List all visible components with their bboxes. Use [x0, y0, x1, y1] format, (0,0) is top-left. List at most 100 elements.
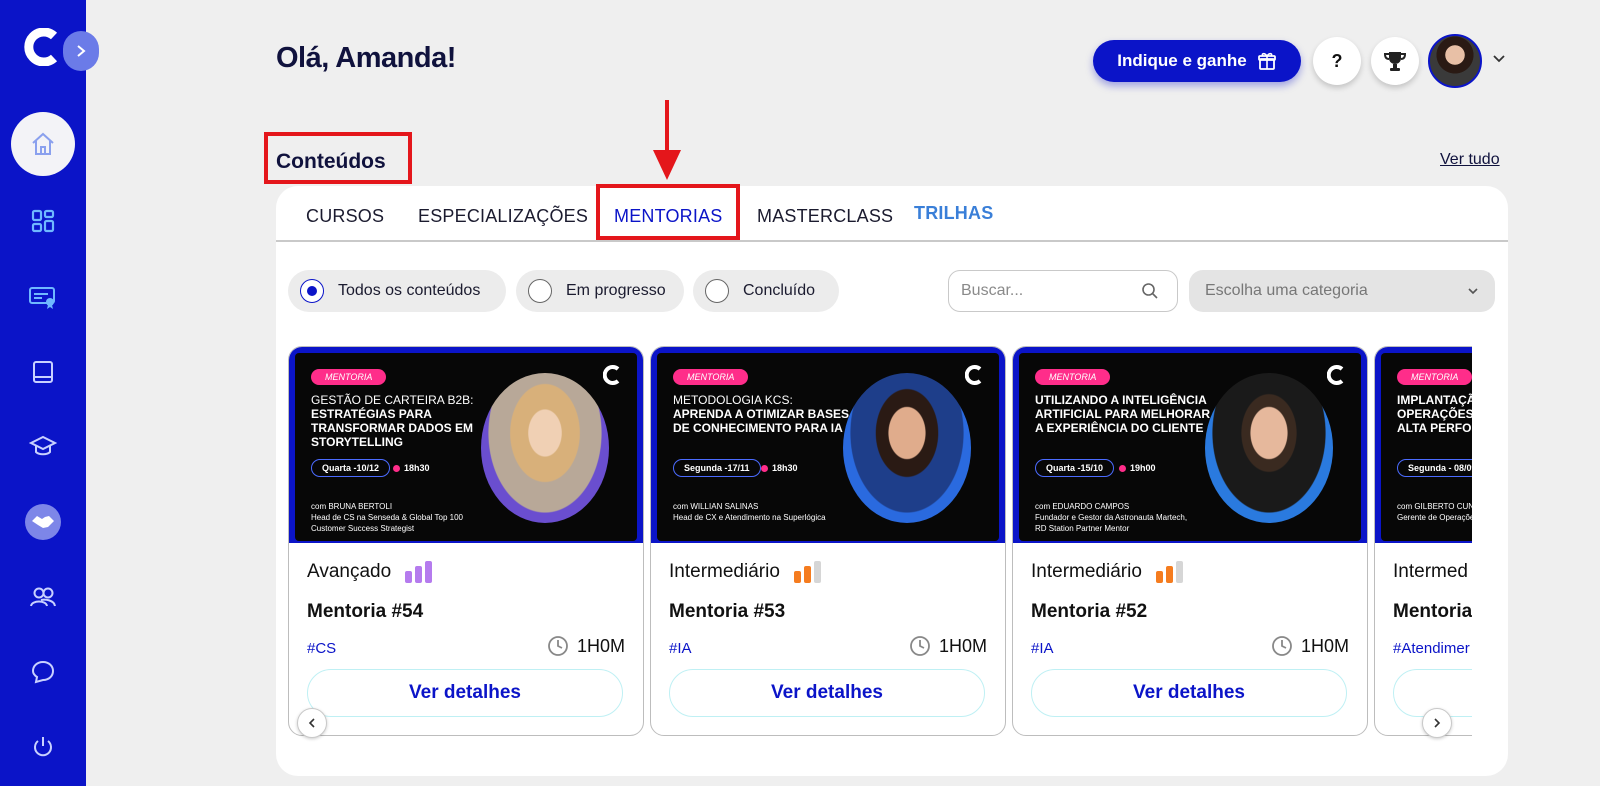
- card-headline-bold: APRENDA A OTIMIZAR BASES DE CONHECIMENTO…: [673, 407, 850, 435]
- filter-in-progress-label: Em progresso: [566, 282, 666, 299]
- filter-all-label: Todos os conteúdos: [338, 282, 481, 299]
- card-banner: MENTORIA METODOLOGIA KCS: APRENDA A OTIM…: [651, 347, 1005, 543]
- card-hashtag[interactable]: #Atendimer: [1393, 640, 1470, 657]
- category-select[interactable]: Escolha uma categoria: [1189, 270, 1495, 312]
- sidebar-item-logout[interactable]: [11, 715, 75, 779]
- level-bars-icon: [1155, 561, 1183, 583]
- card-speaker-role: Head de CX e Atendimento na Superlógica: [673, 513, 826, 522]
- sidebar-item-community[interactable]: [11, 565, 75, 629]
- card-level: Avançado: [307, 561, 433, 583]
- card-title: Mentoria #53: [669, 601, 786, 622]
- card-banner: MENTORIA GESTÃO DE CARTEIRA B2B: ESTRATÉ…: [289, 347, 643, 543]
- card-banner: MENTORIA UTILIZANDO A INTELIGÊNCIA ARTIF…: [1013, 347, 1367, 543]
- chevron-down-icon[interactable]: [1492, 54, 1506, 64]
- content-tabs: CURSOS ESPECIALIZAÇÕES MENTORIAS MASTERC…: [276, 186, 1508, 242]
- users-icon: [30, 587, 56, 607]
- sidebar-item-mentorships[interactable]: [11, 490, 75, 554]
- card-level: Intermediário: [669, 561, 821, 583]
- sidebar-item-certificates[interactable]: [11, 265, 75, 329]
- card-level: Intermediário: [1031, 561, 1183, 583]
- card-date: Quarta -15/10: [1035, 459, 1115, 477]
- card-duration: 1H0M: [547, 635, 625, 657]
- tab-masterclass[interactable]: MASTERCLASS: [757, 206, 893, 227]
- sidebar-toggle-button[interactable]: [63, 31, 99, 71]
- card-speaker: com GILBERTO CUNH Gerente de Operações n…: [1397, 501, 1472, 523]
- home-icon: [32, 132, 54, 155]
- tab-trilhas[interactable]: TRILHAS: [914, 203, 993, 224]
- refer-button-label: Indique e ganhe: [1117, 51, 1247, 70]
- search-icon[interactable]: [1141, 282, 1159, 300]
- brand-logo-icon: [1327, 365, 1344, 385]
- card-tag: MENTORIA: [1035, 369, 1111, 385]
- chevron-right-icon: [77, 45, 86, 57]
- sidebar-item-home[interactable]: [11, 112, 75, 176]
- card-speaker-name: com GILBERTO CUNH: [1397, 502, 1472, 511]
- card-hashtag[interactable]: #IA: [669, 640, 692, 657]
- card-date: Segunda - 08/09: [1397, 459, 1472, 477]
- sidebar-item-library[interactable]: [11, 340, 75, 404]
- avatar[interactable]: [1428, 34, 1482, 88]
- card-level-label: Avançado: [307, 561, 392, 582]
- card-hashtag[interactable]: #CS: [307, 640, 336, 657]
- brand-logo-icon: [965, 365, 982, 385]
- refer-and-earn-button[interactable]: Indique e ganhe: [1093, 40, 1301, 82]
- sidebar-item-chat[interactable]: [11, 640, 75, 704]
- filter-completed[interactable]: Concluído: [693, 270, 839, 312]
- certificate-icon: [29, 287, 55, 309]
- card-hashtag[interactable]: #IA: [1031, 640, 1054, 657]
- help-button[interactable]: ?: [1313, 37, 1361, 85]
- card-duration-value: 1H0M: [576, 635, 625, 656]
- card-headline: IMPLANTAÇÃO OPERAÇÕES D DE ALTA PERFO: [1397, 393, 1472, 435]
- details-button[interactable]: Ver detalhes: [1031, 669, 1347, 717]
- tab-cursos[interactable]: CURSOS: [306, 206, 384, 227]
- card-headline-bold: ESTRATÉGIAS PARA TRANSFORMAR DADOS EM ST…: [311, 407, 473, 449]
- filter-completed-label: Concluído: [743, 282, 816, 299]
- trophy-icon: [1383, 52, 1407, 71]
- card-time: 18h30: [761, 463, 798, 473]
- card-headline-light: GESTÃO DE CARTEIRA B2B:: [311, 393, 474, 407]
- clock-icon: [910, 636, 930, 656]
- search-field[interactable]: [948, 270, 1178, 312]
- chevron-right-icon: [1434, 718, 1441, 728]
- sidebar-item-dashboard[interactable]: [11, 189, 75, 253]
- content-card[interactable]: MENTORIA GESTÃO DE CARTEIRA B2B: ESTRATÉ…: [288, 346, 644, 736]
- power-icon: [34, 737, 52, 757]
- sidebar-item-courses[interactable]: [11, 414, 75, 478]
- card-headline-light: METODOLOGIA KCS:: [673, 393, 793, 407]
- card-banner: MENTORIA IMPLANTAÇÃO OPERAÇÕES D DE ALTA…: [1375, 347, 1472, 543]
- card-headline: GESTÃO DE CARTEIRA B2B: ESTRATÉGIAS PARA…: [311, 393, 491, 449]
- content-card[interactable]: MENTORIA UTILIZANDO A INTELIGÊNCIA ARTIF…: [1012, 346, 1368, 736]
- carousel-next-button[interactable]: [1422, 708, 1452, 738]
- carousel-prev-button[interactable]: [297, 708, 327, 738]
- card-headline: UTILIZANDO A INTELIGÊNCIA ARTIFICIAL PAR…: [1035, 393, 1215, 435]
- details-button[interactable]: Ver detalhes: [307, 669, 623, 717]
- search-input[interactable]: [961, 282, 1141, 300]
- card-time: 19h00: [1119, 463, 1156, 473]
- card-level-label: Intermed: [1393, 561, 1468, 582]
- card-speaker-role: Fundador e Gestor da Astronauta Martech,…: [1035, 513, 1188, 533]
- card-speaker-name: com WILLIAN SALINAS: [673, 502, 759, 511]
- content-card[interactable]: MENTORIA METODOLOGIA KCS: APRENDA A OTIM…: [650, 346, 1006, 736]
- trophy-button[interactable]: [1371, 37, 1419, 85]
- grid-icon: [31, 209, 55, 233]
- clock-icon: [548, 636, 568, 656]
- logo-icon[interactable]: [24, 28, 60, 66]
- cards-carousel: MENTORIA GESTÃO DE CARTEIRA B2B: ESTRATÉ…: [288, 346, 1472, 746]
- brand-logo-icon: [603, 365, 620, 385]
- sidebar: [0, 0, 99, 786]
- card-duration: 1H0M: [1271, 635, 1349, 657]
- content-panel: CURSOS ESPECIALIZAÇÕES MENTORIAS MASTERC…: [276, 186, 1508, 776]
- filter-all-contents[interactable]: Todos os conteúdos: [288, 270, 506, 312]
- card-speaker: com WILLIAN SALINAS Head de CX e Atendim…: [673, 501, 833, 523]
- details-button[interactable]: Ver detalhes: [669, 669, 985, 717]
- card-headline-bold: IMPLANTAÇÃO OPERAÇÕES D DE ALTA PERFO: [1397, 393, 1472, 435]
- see-all-link[interactable]: Ver tudo: [1440, 151, 1500, 169]
- card-tag: MENTORIA: [1397, 369, 1472, 385]
- card-duration: 1H0M: [909, 635, 987, 657]
- speaker-photo: [843, 373, 971, 523]
- tab-especializacoes[interactable]: ESPECIALIZAÇÕES: [418, 206, 588, 227]
- highlight-box-mentorias-tab: [596, 184, 740, 240]
- content-card[interactable]: MENTORIA IMPLANTAÇÃO OPERAÇÕES D DE ALTA…: [1374, 346, 1472, 736]
- card-speaker-role: Gerente de Operações na: [1397, 513, 1472, 522]
- filter-in-progress[interactable]: Em progresso: [516, 270, 684, 312]
